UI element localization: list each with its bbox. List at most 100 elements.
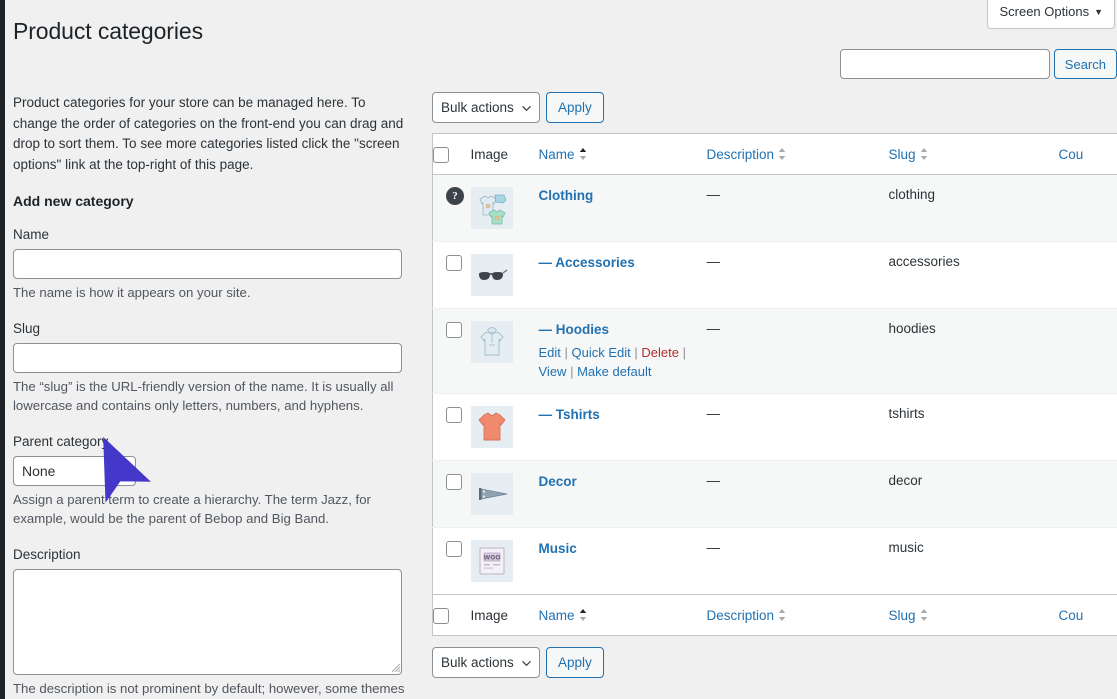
row-name-cell: — Accessories — [539, 242, 707, 309]
apply-button-bottom[interactable]: Apply — [546, 647, 604, 678]
name-input[interactable] — [13, 249, 402, 279]
description-sort-link[interactable]: Description — [707, 147, 787, 162]
row-checkbox[interactable] — [446, 474, 462, 490]
slug-header: Slug — [889, 134, 1059, 175]
action-separator: | — [679, 345, 686, 360]
row-name-cell: Decor — [539, 461, 707, 528]
sunglasses-thumb — [471, 254, 513, 296]
clothing-thumb — [471, 187, 513, 229]
slug-label: Slug — [13, 320, 405, 337]
tshirt-thumb — [471, 406, 513, 448]
row-checkbox[interactable] — [446, 541, 462, 557]
slug-sort-link[interactable]: Slug — [889, 147, 928, 162]
row-select-cell — [433, 528, 471, 595]
row-action-quick-edit[interactable]: Quick Edit — [572, 345, 631, 360]
row-description-cell: — — [707, 394, 889, 461]
count-footer-header: Cou — [1059, 595, 1117, 636]
screen-options-button[interactable]: Screen Options ▼ — [987, 0, 1115, 29]
row-action-delete[interactable]: Delete — [641, 345, 679, 360]
admin-screen: Screen Options▼ Product categories Searc… — [0, 0, 1117, 699]
name-header-label: Name — [539, 147, 575, 162]
row-select-cell — [433, 394, 471, 461]
description-textarea[interactable] — [13, 569, 402, 675]
slug-input[interactable] — [13, 343, 402, 373]
row-checkbox[interactable] — [446, 322, 462, 338]
row-checkbox[interactable] — [446, 255, 462, 271]
tablenav-top: Bulk actions Apply — [432, 91, 1117, 123]
count-sort-link[interactable]: Cou — [1059, 147, 1084, 162]
table-head: Image Name Description — [433, 134, 1117, 175]
category-name-link[interactable]: Clothing — [539, 188, 594, 203]
row-slug-cell: hoodies — [889, 309, 1059, 394]
bulk-actions-select-top[interactable]: Bulk actions — [432, 92, 540, 123]
table-header-row: Image Name Description — [433, 134, 1117, 175]
slug-footer-header: Slug — [889, 595, 1059, 636]
parent-category-label: Parent category — [13, 433, 405, 450]
name-footer-label: Name — [539, 608, 575, 623]
category-name-link[interactable]: Decor — [539, 474, 577, 489]
categories-table: Image Name Description — [432, 133, 1117, 636]
count-header: Cou — [1059, 134, 1117, 175]
row-count-cell — [1059, 242, 1117, 309]
table-row: ?Clothing—clothing — [433, 175, 1117, 242]
row-count-cell — [1059, 394, 1117, 461]
row-name-cell: Clothing — [539, 175, 707, 242]
category-name-link[interactable]: — Tshirts — [539, 407, 600, 422]
row-name-cell: — HoodiesEdit | Quick Edit | Delete | Vi… — [539, 309, 707, 394]
table-foot: Image Name Description — [433, 595, 1117, 636]
intro-text: Product categories for your store can be… — [13, 93, 405, 175]
category-name-link[interactable]: — Accessories — [539, 255, 635, 270]
description-sort-link-footer[interactable]: Description — [707, 608, 787, 623]
slug-help: The “slug” is the URL-friendly version o… — [13, 377, 405, 416]
parent-category-help: Assign a parent term to create a hierarc… — [13, 490, 405, 529]
sort-none-icon — [778, 147, 786, 161]
name-sort-link[interactable]: Name — [539, 147, 587, 162]
row-action-view[interactable]: View — [539, 364, 567, 379]
bulk-actions-select-bottom[interactable]: Bulk actions — [432, 647, 540, 678]
select-all-footer — [433, 595, 471, 636]
image-header: Image — [471, 134, 539, 175]
chevron-down-icon: ▼ — [1094, 7, 1103, 17]
category-name-link[interactable]: Music — [539, 541, 577, 556]
select-all-checkbox-footer[interactable] — [433, 608, 449, 624]
sort-none-icon — [920, 147, 928, 161]
row-select-cell: ? — [433, 175, 471, 242]
row-checkbox[interactable] — [446, 407, 462, 423]
count-footer-label: Cou — [1059, 608, 1084, 623]
description-wrap — [13, 569, 405, 675]
action-separator: | — [566, 364, 577, 379]
add-category-form: Product categories for your store can be… — [13, 93, 405, 699]
select-all-header — [433, 134, 471, 175]
row-slug-cell: music — [889, 528, 1059, 595]
row-action-edit[interactable]: Edit — [539, 345, 561, 360]
hoodie-thumb — [471, 321, 513, 363]
row-action-make-default[interactable]: Make default — [577, 364, 651, 379]
slug-sort-link-footer[interactable]: Slug — [889, 608, 928, 623]
name-footer-header: Name — [539, 595, 707, 636]
row-count-cell — [1059, 175, 1117, 242]
apply-button-top[interactable]: Apply — [546, 92, 604, 123]
help-icon[interactable]: ? — [446, 187, 464, 205]
pennant-thumb — [471, 473, 513, 515]
screen-options-label: Screen Options — [999, 4, 1089, 19]
slug-header-label: Slug — [889, 147, 916, 162]
name-sort-link-footer[interactable]: Name — [539, 608, 587, 623]
sort-none-icon — [778, 608, 786, 622]
description-help: The description is not prominent by defa… — [13, 679, 405, 699]
search-button[interactable]: Search — [1054, 49, 1117, 79]
row-select-cell — [433, 309, 471, 394]
row-description-cell: — — [707, 461, 889, 528]
row-select-cell — [433, 461, 471, 528]
bulk-actions-label-top: Bulk actions — [441, 100, 514, 115]
sort-ascending-icon — [579, 147, 587, 161]
count-header-label: Cou — [1059, 147, 1084, 162]
row-name-cell: — Tshirts — [539, 394, 707, 461]
select-all-checkbox[interactable] — [433, 147, 449, 163]
category-name-link[interactable]: — Hoodies — [539, 322, 610, 337]
row-slug-cell: accessories — [889, 242, 1059, 309]
parent-category-select[interactable]: None — [13, 456, 136, 486]
bulk-actions-label-bottom: Bulk actions — [441, 655, 514, 670]
count-sort-link-footer[interactable]: Cou — [1059, 608, 1084, 623]
row-description-cell: — — [707, 528, 889, 595]
search-input[interactable] — [840, 49, 1050, 79]
